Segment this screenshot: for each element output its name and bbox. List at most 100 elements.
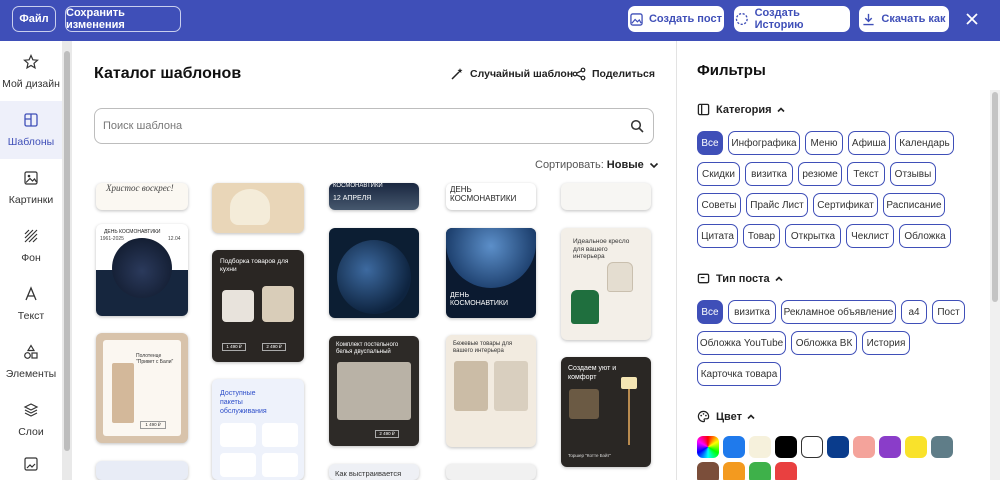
color-swatch[interactable] xyxy=(905,436,927,458)
sidebar-item-text[interactable]: Текст xyxy=(0,275,62,333)
share-icon xyxy=(572,67,586,81)
create-story-button[interactable]: Создать Историю xyxy=(734,6,850,32)
category-chip[interactable]: визитка xyxy=(745,162,793,186)
color-swatch[interactable] xyxy=(697,462,719,480)
template-card-towel[interactable]: Полотенце "Привет с Бали" 1 490 ₽ xyxy=(96,333,188,443)
shapes-icon xyxy=(24,344,38,359)
post-type-section-toggle[interactable]: Тип поста xyxy=(697,272,790,285)
scrollbar-thumb[interactable] xyxy=(992,92,998,302)
color-swatch[interactable] xyxy=(749,462,771,480)
template-card-bedding[interactable]: Комплект постельного белья двуспальный 2… xyxy=(329,336,419,446)
post-type-chip[interactable]: Все xyxy=(697,300,723,324)
earth-image xyxy=(446,228,536,288)
template-card-services[interactable]: Доступные пакеты обслуживания xyxy=(212,379,304,480)
image-icon xyxy=(24,171,38,185)
category-chip[interactable]: Обложка xyxy=(899,224,951,248)
template-card-easter[interactable]: Христос воскрес! xyxy=(96,183,188,210)
template-card-cosmonautics-day[interactable]: ДЕНЬ КОСМОНАВТИКИ 1961-2025 12.04 xyxy=(96,224,188,316)
save-changes-button[interactable]: Сохранить изменения xyxy=(65,6,181,32)
color-swatch[interactable] xyxy=(931,436,953,458)
download-as-button[interactable]: Скачать как xyxy=(859,6,949,32)
left-sidebar: Мой дизайн Шаблоны Картинки Фон Текст Эл… xyxy=(0,41,62,480)
palette-icon xyxy=(697,410,710,423)
post-type-chip[interactable]: Рекламное объявление xyxy=(781,300,896,324)
filters-scrollbar[interactable] xyxy=(990,90,1000,480)
scrollbar-thumb[interactable] xyxy=(64,51,70,451)
category-chip[interactable]: Текст xyxy=(847,162,885,186)
category-chip[interactable]: резюме xyxy=(798,162,842,186)
post-type-chip[interactable]: визитка xyxy=(728,300,776,324)
share-button[interactable]: Поделиться xyxy=(572,67,655,81)
sort-control[interactable]: Сортировать: Новые xyxy=(535,159,660,171)
random-template-button[interactable]: Случайный шаблон xyxy=(450,67,573,81)
category-chip[interactable]: Инфографика xyxy=(728,131,800,155)
category-chip[interactable]: Календарь xyxy=(895,131,954,155)
category-chip[interactable]: Афиша xyxy=(848,131,890,155)
towel-image xyxy=(112,363,134,423)
category-chip[interactable]: Меню xyxy=(805,131,843,155)
template-card-build[interactable]: Как выстраивается xyxy=(329,464,419,480)
color-swatch[interactable] xyxy=(801,436,823,458)
post-type-chip[interactable]: Обложка ВК xyxy=(791,331,857,355)
search-icon[interactable] xyxy=(630,119,644,133)
template-card-beige[interactable]: Бежевые товары для вашего интерьера xyxy=(446,335,536,447)
sidebar-item-layers[interactable]: Слои xyxy=(0,391,62,449)
category-chip[interactable]: Прайс Лист xyxy=(746,193,808,217)
color-swatch[interactable] xyxy=(827,436,849,458)
post-type-chip[interactable]: а4 xyxy=(901,300,927,324)
cake-image xyxy=(230,189,270,225)
template-card-kitchen[interactable]: Подборка товаров для кухни 1 490 ₽ 2 490… xyxy=(212,250,304,362)
category-chip[interactable]: Скидки xyxy=(697,162,740,186)
post-type-chip[interactable]: История xyxy=(862,331,910,355)
sidebar-item-more[interactable] xyxy=(0,453,62,480)
color-swatch[interactable] xyxy=(775,462,797,480)
category-chip[interactable]: Расписание xyxy=(883,193,945,217)
template-card-cosmo-top[interactable]: ДЕНЬ КОСМОНАВТИКИ xyxy=(446,183,536,210)
color-swatch[interactable] xyxy=(723,436,745,458)
template-card-chair[interactable]: Идеальное кресло для вашего интерьера xyxy=(561,228,651,340)
top-bar: Файл Сохранить изменения Создать пост Со… xyxy=(0,0,1000,41)
category-chip[interactable]: Открытка xyxy=(785,224,841,248)
template-card-april[interactable]: КОСМОНАВТИКИ 12 АПРЕЛЯ xyxy=(329,183,419,210)
category-chip[interactable]: Все xyxy=(697,131,723,155)
color-swatch[interactable] xyxy=(749,436,771,458)
category-chip[interactable]: Цитата xyxy=(697,224,738,248)
template-card-partial-2[interactable] xyxy=(446,464,536,480)
category-chip[interactable]: Чеклист xyxy=(846,224,894,248)
color-section-toggle[interactable]: Цвет xyxy=(697,410,762,423)
sidebar-item-background[interactable]: Фон xyxy=(0,217,62,275)
template-card-partial[interactable] xyxy=(96,461,188,480)
search-input[interactable] xyxy=(103,117,603,135)
sidebar-item-templates[interactable]: Шаблоны xyxy=(0,101,62,159)
color-swatch-rainbow[interactable] xyxy=(697,436,719,458)
category-chip[interactable]: Сертификат xyxy=(813,193,878,217)
post-type-chip[interactable]: Карточка товара xyxy=(697,362,781,386)
template-card-tree[interactable] xyxy=(561,183,651,210)
chevron-down-icon xyxy=(649,162,658,169)
post-type-chip[interactable]: Обложка YouTube xyxy=(697,331,786,355)
close-icon[interactable] xyxy=(963,10,981,28)
post-type-chip[interactable]: Пост xyxy=(932,300,965,324)
category-section-toggle[interactable]: Категория xyxy=(697,103,792,116)
color-swatch[interactable] xyxy=(723,462,745,480)
chevron-up-icon xyxy=(747,413,755,419)
category-chip[interactable]: Отзывы xyxy=(890,162,936,186)
template-card-earth[interactable]: ДЕНЬ КОСМОНАВТИКИ xyxy=(446,228,536,318)
color-swatch[interactable] xyxy=(775,436,797,458)
sidebar-item-my-design[interactable]: Мой дизайн xyxy=(0,43,62,101)
search-box xyxy=(94,108,654,144)
file-menu-button[interactable]: Файл xyxy=(12,6,56,32)
color-swatch[interactable] xyxy=(853,436,875,458)
create-post-button[interactable]: Создать пост xyxy=(628,6,724,32)
template-card-kulich[interactable] xyxy=(212,183,304,233)
category-chip[interactable]: Товар xyxy=(743,224,780,248)
sidebar-scrollbar[interactable] xyxy=(62,41,72,480)
star-icon xyxy=(23,54,39,70)
color-swatch[interactable] xyxy=(879,436,901,458)
template-card-planet[interactable] xyxy=(329,228,419,318)
beige-chair-image xyxy=(607,262,633,292)
sidebar-item-images[interactable]: Картинки xyxy=(0,159,62,217)
sidebar-item-elements[interactable]: Элементы xyxy=(0,333,62,391)
category-chip[interactable]: Советы xyxy=(697,193,741,217)
template-card-cozy[interactable]: Создаем уют и комфорт Торшер "Котте Бэйт… xyxy=(561,357,651,467)
